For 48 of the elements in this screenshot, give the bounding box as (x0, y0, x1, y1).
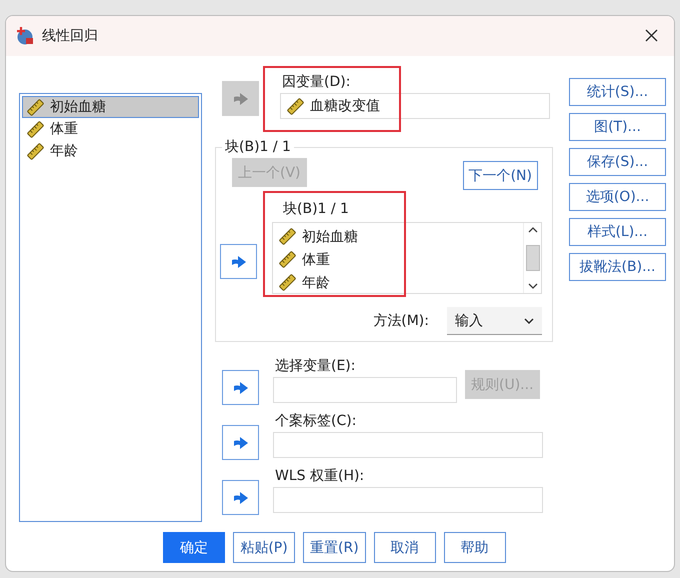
arrow-icon (232, 92, 248, 106)
dialog-button[interactable]: 重置(R) (303, 532, 366, 563)
variable-item[interactable]: 初始血糖 (22, 96, 199, 118)
chevron-icon (524, 318, 534, 324)
scroll-up-icon[interactable] (528, 227, 538, 233)
app-icon (16, 27, 34, 45)
variable-item[interactable]: 年龄 (279, 271, 517, 293)
close-icon (645, 28, 658, 42)
arrow-icon (232, 490, 248, 504)
field-label: 选择变量(E): (275, 357, 356, 375)
field-label: 因变量(D): (282, 73, 352, 91)
scroll-bar[interactable] (523, 223, 541, 293)
dialog-button[interactable]: 确定 (163, 532, 225, 563)
variable-item[interactable]: 体重 (279, 248, 517, 271)
dialog-button[interactable]: 取消 (374, 532, 436, 563)
variable-item[interactable]: 初始血糖 (279, 225, 517, 248)
move-button[interactable] (222, 425, 259, 460)
move-button[interactable] (220, 244, 257, 279)
window-title: 线性回归 (42, 27, 98, 45)
dialog-button[interactable]: 拔靴法(B)... (569, 253, 666, 281)
dialog-button[interactable]: 粘贴(P) (233, 532, 295, 563)
dialog-button[interactable]: 下一个(N) (462, 161, 538, 190)
scroll-down-icon[interactable] (528, 283, 538, 289)
move-button[interactable] (222, 370, 259, 405)
method-dropdown[interactable]: 输入 (447, 307, 542, 335)
case-label-field[interactable] (273, 432, 543, 458)
dialog-button[interactable]: 统计(S)... (569, 78, 666, 106)
dialog-button[interactable]: 保存(S)... (569, 148, 666, 176)
arrow-icon (232, 380, 248, 394)
field-label: 块(B)1 / 1 (283, 200, 350, 218)
dialog-button[interactable]: 图(T)... (569, 113, 666, 141)
variable-item[interactable]: 体重 (22, 118, 199, 140)
independent-list[interactable]: 初始血糖 体重 年龄 (272, 222, 542, 294)
selection-field[interactable] (273, 377, 457, 403)
group-title: 块(B)1 / 1 (224, 138, 292, 156)
variable-item[interactable]: 年龄 (22, 140, 199, 162)
field-label: 方法(M): (373, 312, 429, 330)
weight-field[interactable] (273, 487, 543, 513)
dialog-button[interactable]: 样式(L)... (569, 218, 666, 246)
arrow-icon (230, 254, 246, 268)
variable-name: 血糖改变值 (310, 97, 380, 115)
dependent-field[interactable]: 血糖改变值 (280, 93, 550, 119)
field-label: 个案标签(C): (275, 412, 358, 430)
move-button[interactable] (222, 480, 259, 515)
dialog-button[interactable]: 帮助 (444, 532, 506, 563)
field-label: WLS 权重(H): (275, 467, 366, 485)
dialog-button[interactable]: 选项(O)... (569, 183, 666, 211)
arrow-icon (232, 436, 248, 450)
